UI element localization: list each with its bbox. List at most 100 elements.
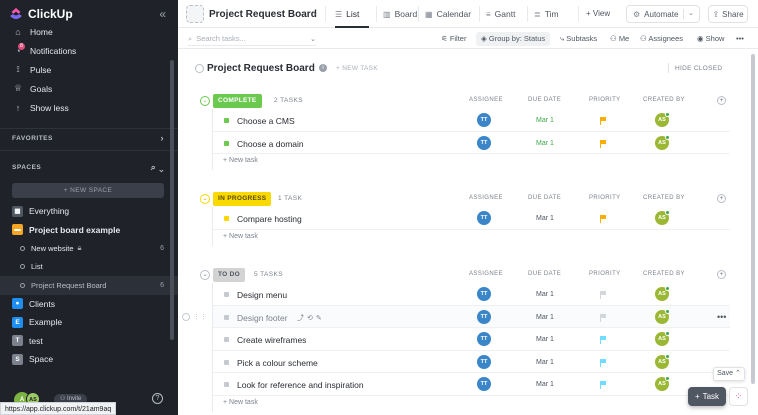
- task-name[interactable]: Choose a domain: [237, 139, 304, 149]
- assignee-avatar[interactable]: TT: [477, 377, 491, 391]
- priority-flag-icon[interactable]: [600, 381, 606, 389]
- column-header-due-date[interactable]: DUE DATE: [528, 97, 561, 103]
- due-date[interactable]: Mar 1: [536, 336, 554, 343]
- chevron-down-icon[interactable]: ⌄: [312, 9, 318, 17]
- task-name[interactable]: Look for reference and inspiration: [237, 380, 364, 390]
- space-item-everything[interactable]: ▦ Everything: [0, 202, 178, 221]
- task-row[interactable]: Look for reference and inspiration TT Ma…: [213, 373, 730, 396]
- space-item-example[interactable]: E Example: [0, 313, 178, 332]
- add-view-button[interactable]: + View: [586, 9, 610, 18]
- add-column-icon[interactable]: +: [717, 96, 726, 105]
- new-task-button[interactable]: + New task: [213, 230, 730, 246]
- tab-calendar[interactable]: ▦ Calendar: [425, 9, 471, 19]
- chevron-down-icon[interactable]: ⌄: [688, 9, 694, 17]
- space-item-project-board-example[interactable]: ▬ Project board example: [0, 221, 178, 240]
- new-space-button[interactable]: + NEW SPACE: [12, 183, 164, 198]
- tag-icon[interactable]: ⟲: [307, 315, 316, 322]
- more-options-icon[interactable]: •••: [717, 312, 726, 322]
- search-input[interactable]: ⌕ Search tasks... ⌄: [188, 32, 316, 46]
- info-icon[interactable]: i: [319, 64, 327, 72]
- tab-board[interactable]: ▥ Board: [383, 9, 417, 19]
- column-header-assignee[interactable]: ASSIGNEE: [469, 97, 503, 103]
- column-header-assignee[interactable]: ASSIGNEE: [469, 195, 503, 201]
- priority-flag-icon[interactable]: [600, 117, 606, 125]
- automate-button[interactable]: ⚙ Automate ⌄: [626, 5, 700, 23]
- chevron-down-icon[interactable]: ⌄: [310, 35, 316, 43]
- status-square-icon[interactable]: [224, 359, 229, 365]
- priority-flag-icon[interactable]: [600, 336, 606, 344]
- assignees-button[interactable]: ⚇ Assignees: [640, 34, 683, 43]
- task-row[interactable]: Design menu TT Mar 1 AS: [213, 283, 730, 306]
- add-column-icon[interactable]: +: [717, 194, 726, 203]
- save-view-button[interactable]: Save ⌃: [713, 367, 745, 381]
- drag-handle-icon[interactable]: ⋮⋮: [193, 313, 207, 321]
- due-date[interactable]: Mar 1: [536, 117, 554, 124]
- task-row[interactable]: Choose a domain TT Mar 1 AS: [213, 132, 730, 154]
- assignee-avatar[interactable]: TT: [477, 113, 491, 127]
- sidebar-item-show-less[interactable]: ↑ Show less: [0, 98, 178, 117]
- edit-icon[interactable]: ✎: [316, 315, 325, 322]
- task-name[interactable]: Design footer: [237, 313, 288, 323]
- task-name[interactable]: Create wireframes: [237, 335, 306, 345]
- column-header-priority[interactable]: PRIORITY: [589, 271, 621, 277]
- favorites-header[interactable]: FAVORITES ›: [0, 129, 178, 147]
- task-row[interactable]: Create wireframes TT Mar 1 AS: [213, 328, 730, 351]
- collapse-sidebar-icon[interactable]: «: [159, 7, 166, 21]
- assignee-avatar[interactable]: TT: [477, 332, 491, 346]
- search-chevron-icons[interactable]: ⌕ ⌄: [151, 162, 164, 173]
- collapse-group-icon[interactable]: ⌄: [200, 194, 210, 204]
- task-row-hovered[interactable]: ⋮⋮ Design footer ⤴⟲✎ TT Mar 1 AS •••: [182, 305, 730, 328]
- tab-list[interactable]: ☰ List: [335, 9, 359, 19]
- assignee-avatar[interactable]: TT: [477, 309, 491, 324]
- group-by-button[interactable]: ◈ Group by: Status: [476, 32, 551, 46]
- due-date[interactable]: Mar 1: [536, 381, 554, 388]
- due-date[interactable]: Mar 1: [536, 359, 554, 366]
- show-button[interactable]: ◉ Show: [697, 34, 724, 43]
- task-row[interactable]: Compare hosting TT Mar 1 AS: [213, 207, 730, 230]
- status-pill[interactable]: IN PROGRESS: [213, 192, 272, 206]
- hide-closed-button[interactable]: HIDE CLOSED: [675, 65, 722, 72]
- column-header-assignee[interactable]: ASSIGNEE: [469, 271, 503, 277]
- sidebar-scrollbar[interactable]: [170, 60, 174, 340]
- apps-grid-icon[interactable]: ⁘: [729, 387, 748, 406]
- list-settings-icon[interactable]: [186, 5, 204, 23]
- task-name[interactable]: Design menu: [237, 290, 287, 300]
- column-header-created-by[interactable]: CREATED BY: [643, 195, 685, 201]
- assignee-avatar[interactable]: TT: [477, 354, 491, 369]
- status-square-icon[interactable]: [224, 118, 229, 123]
- task-name[interactable]: Pick a colour scheme: [237, 358, 318, 368]
- sidebar-item-notifications[interactable]: ◔ 8 Notifications: [0, 41, 178, 60]
- column-header-priority[interactable]: PRIORITY: [589, 97, 621, 103]
- tab-gantt[interactable]: ≡ Gantt: [486, 9, 515, 19]
- list-scrollbar[interactable]: [751, 54, 755, 384]
- task-name[interactable]: Compare hosting: [237, 214, 302, 224]
- sidebar-item-goals[interactable]: ♕ Goals: [0, 79, 178, 98]
- row-quick-actions[interactable]: ⤴⟲✎: [297, 313, 325, 323]
- space-item-space[interactable]: S Space: [0, 350, 178, 369]
- column-header-created-by[interactable]: CREATED BY: [643, 271, 685, 277]
- list-item-project-request-board[interactable]: Project Request Board 6: [0, 276, 178, 295]
- status-pill[interactable]: COMPLETE: [213, 94, 262, 108]
- priority-flag-icon[interactable]: [600, 313, 606, 322]
- page-title[interactable]: Project Request Board: [209, 9, 317, 20]
- due-date[interactable]: Mar 1: [536, 140, 554, 147]
- list-item-list[interactable]: List: [0, 258, 178, 277]
- subtask-icon[interactable]: ⤴: [297, 315, 307, 322]
- share-button[interactable]: ⇪ Share: [708, 5, 748, 23]
- new-task-link[interactable]: + NEW TASK: [336, 65, 378, 72]
- status-square-icon[interactable]: [224, 292, 229, 297]
- space-item-clients[interactable]: ● Clients: [0, 295, 178, 314]
- task-name[interactable]: Choose a CMS: [237, 116, 295, 126]
- status-square-icon[interactable]: [224, 314, 229, 320]
- task-row[interactable]: Pick a colour scheme TT Mar 1 AS: [213, 351, 730, 373]
- priority-flag-icon[interactable]: [600, 215, 606, 223]
- collapse-group-icon[interactable]: ⌄: [200, 270, 210, 280]
- assignee-avatar[interactable]: TT: [477, 135, 491, 150]
- assignee-avatar[interactable]: TT: [477, 287, 491, 301]
- new-task-button[interactable]: + New task: [213, 154, 730, 170]
- subtasks-button[interactable]: ⤷ Subtasks: [560, 34, 597, 44]
- collapse-group-icon[interactable]: ⌄: [200, 96, 210, 106]
- status-square-icon[interactable]: [224, 216, 229, 221]
- column-header-due-date[interactable]: DUE DATE: [528, 271, 561, 277]
- tab-timeline[interactable]: ≣ Tim: [534, 9, 559, 19]
